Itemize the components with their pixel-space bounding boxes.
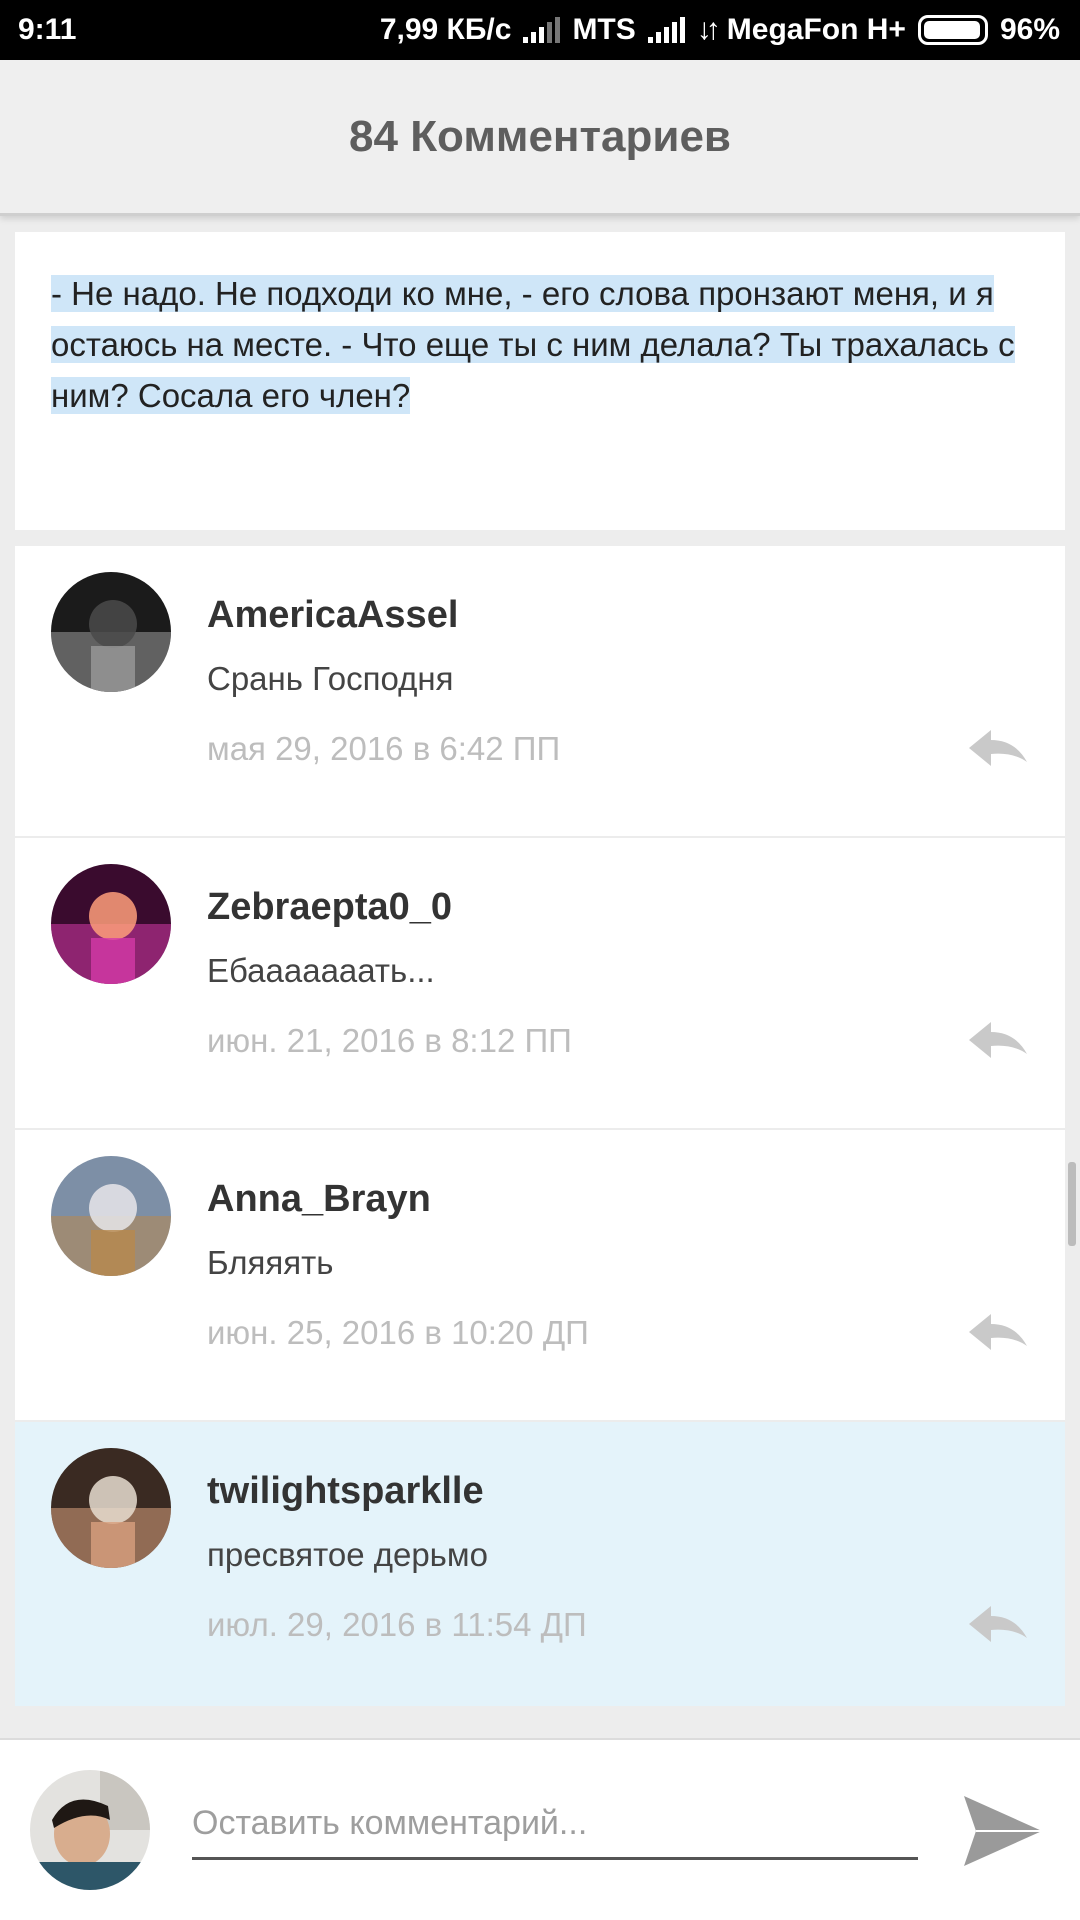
comment-timestamp: июн. 21, 2016 в 8:12 ПП xyxy=(207,1022,572,1059)
status-indicators: 7,99 КБ/с MTS ↓↑ MegaFon H+ 96% xyxy=(380,13,1060,47)
battery-percent: 96% xyxy=(999,13,1060,46)
avatar[interactable] xyxy=(51,864,171,984)
comment-timestamp: июн. 25, 2016 в 10:20 ДП xyxy=(207,1314,589,1351)
signal-2-icon xyxy=(647,17,685,43)
quote-card: - Не надо. Не подходи ко мне, - его слов… xyxy=(15,232,1065,530)
avatar[interactable] xyxy=(51,572,171,692)
page-title: 84 Комментариев xyxy=(349,111,731,161)
comment-username[interactable]: AmericaAssel xyxy=(207,594,458,637)
send-button[interactable] xyxy=(960,1788,1046,1874)
status-time: 9:11 xyxy=(18,13,77,46)
battery-icon xyxy=(917,15,988,45)
comment-username[interactable]: twilightsparklle xyxy=(207,1470,484,1513)
send-icon xyxy=(964,1796,1042,1866)
comment-text: пресвятое дерьмо xyxy=(207,1536,488,1573)
comment-item[interactable]: Anna_Brayn Бляяять июн. 25, 2016 в 10:20… xyxy=(15,1130,1065,1422)
comment-item[interactable]: twilightsparklle пресвятое дерьмо июл. 2… xyxy=(15,1422,1065,1706)
status-bar: 9:11 7,99 КБ/с MTS ↓↑ MegaFon H+ 96% xyxy=(0,0,1080,60)
reply-arrow-icon[interactable] xyxy=(967,728,1029,768)
comment-text: Ебааааааать... xyxy=(207,952,435,989)
compose-bar xyxy=(0,1738,1080,1920)
comment-timestamp: июл. 29, 2016 в 11:54 ДП xyxy=(207,1606,587,1643)
avatar[interactable] xyxy=(51,1156,171,1276)
carrier-2: MegaFon H+ xyxy=(726,13,906,46)
scrollbar-thumb[interactable] xyxy=(1068,1162,1076,1246)
comment-timestamp: мая 29, 2016 в 6:42 ПП xyxy=(207,730,561,767)
comment-username[interactable]: Zebraepta0_0 xyxy=(207,886,452,929)
reply-arrow-icon[interactable] xyxy=(967,1020,1029,1060)
reply-arrow-icon[interactable] xyxy=(967,1312,1029,1352)
comment-text: Срань Господня xyxy=(207,660,454,697)
signal-1-icon xyxy=(523,17,561,43)
selected-quote[interactable]: - Не надо. Не подходи ко мне, - его слов… xyxy=(51,275,1015,414)
net-speed: 7,99 КБ/с xyxy=(379,13,512,46)
avatar[interactable] xyxy=(51,1448,171,1568)
comment-list[interactable]: AmericaAssel Срань Господня мая 29, 2016… xyxy=(15,546,1065,1706)
carrier-1: MTS xyxy=(572,13,636,46)
comment-item[interactable]: AmericaAssel Срань Господня мая 29, 2016… xyxy=(15,546,1065,838)
app-bar: 84 Комментариев xyxy=(0,60,1080,216)
comment-text: Бляяять xyxy=(207,1244,334,1281)
my-avatar xyxy=(30,1770,150,1890)
data-transfer-icon: ↓↑ xyxy=(696,13,721,46)
comment-username[interactable]: Anna_Brayn xyxy=(207,1178,431,1221)
reply-arrow-icon[interactable] xyxy=(967,1604,1029,1644)
quote-text: - Не надо. Не подходи ко мне, - его слов… xyxy=(51,268,1029,421)
comment-item[interactable]: Zebraepta0_0 Ебааааааать... июн. 21, 201… xyxy=(15,838,1065,1130)
comment-input[interactable] xyxy=(192,1790,918,1860)
